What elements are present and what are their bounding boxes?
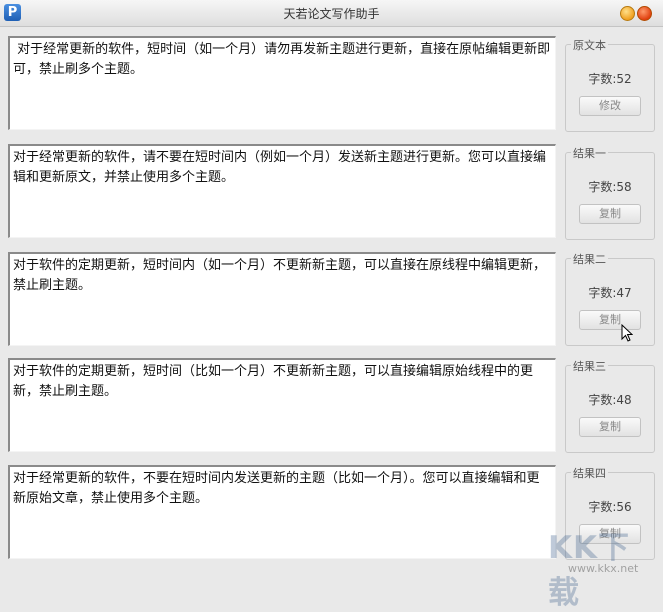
- result-2-text-area[interactable]: 对于软件的定期更新，短时间内（如一个月）不更新新主题，可以直接在原线程中编辑更新…: [8, 252, 556, 346]
- group-label: 结果二: [571, 251, 608, 267]
- title-bar: P 天若论文写作助手: [0, 0, 663, 27]
- copy-button[interactable]: 复制: [579, 204, 641, 224]
- word-count: 字数:56: [588, 500, 632, 514]
- result-3-group: 结果三 字数:48 复制: [565, 358, 655, 453]
- group-label: 结果一: [571, 145, 608, 161]
- result-2-group: 结果二 字数:47 复制: [565, 251, 655, 346]
- word-count: 字数:47: [588, 286, 632, 300]
- result-1-group: 结果一 字数:58 复制: [565, 145, 655, 240]
- watermark-url: www.kkx.net: [568, 562, 639, 575]
- copy-button[interactable]: 复制: [579, 417, 641, 437]
- result-1-text-area[interactable]: 对于经常更新的软件，请不要在短时间内（例如一个月）发送新主题进行更新。您可以直接…: [8, 144, 556, 238]
- watermark: KK下载 www.kkx.net: [548, 522, 656, 611]
- edit-button[interactable]: 修改: [579, 96, 641, 116]
- group-label: 原文本: [571, 37, 608, 53]
- window-title: 天若论文写作助手: [283, 7, 380, 21]
- mouse-pointer-icon: [621, 324, 633, 342]
- minimize-button[interactable]: [620, 6, 635, 21]
- result-4-text-area[interactable]: 对于经常更新的软件，不要在短时间内发送更新的主题（比如一个月）。您可以直接编辑和…: [8, 465, 556, 559]
- original-text-group: 原文本 字数:52 修改: [565, 37, 655, 132]
- close-button[interactable]: [637, 6, 652, 21]
- word-count: 字数:58: [588, 180, 632, 194]
- word-count: 字数:52: [588, 72, 632, 86]
- result-3-text-area[interactable]: 对于软件的定期更新，短时间（比如一个月）不更新新主题，可以直接编辑原始线程中的更…: [8, 358, 556, 452]
- word-count: 字数:48: [588, 393, 632, 407]
- group-label: 结果三: [571, 358, 608, 374]
- original-text-area[interactable]: 对于经常更新的软件，短时间（如一个月）请勿再发新主题进行更新，直接在原帖编辑更新…: [8, 36, 556, 130]
- group-label: 结果四: [571, 465, 608, 481]
